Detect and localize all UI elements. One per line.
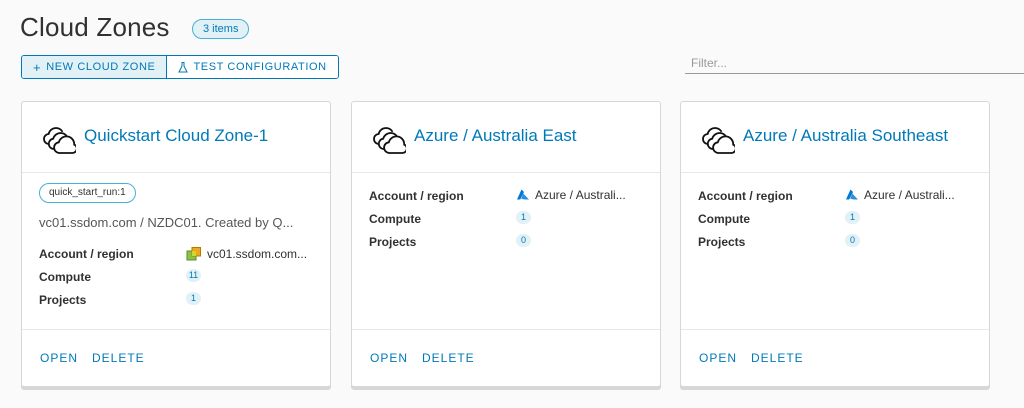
account-region-label: Account / region [39,247,134,261]
projects-value: 0 [845,234,860,247]
cloud-zone-card: Quickstart Cloud Zone-1 quick_start_run:… [21,101,331,387]
card-title[interactable]: Quickstart Cloud Zone-1 [84,126,268,146]
card-header: Azure / Australia Southeast [681,102,989,173]
compute-row: Compute 11 [39,268,316,286]
card-footer: OPEN DELETE [22,330,330,388]
cloud-zone-card: Azure / Australia East Account / region … [351,101,661,387]
projects-label: Projects [369,235,417,249]
cloud-zone-icon [373,127,406,154]
card-footer: OPEN DELETE [352,330,660,388]
flask-icon [178,61,189,72]
toolbar: + NEW CLOUD ZONE TEST CONFIGURATION [21,55,339,79]
compute-row: Compute 1 [369,210,646,228]
azure-icon [846,189,858,200]
azure-icon [517,189,529,200]
card-body: Account / region Azure / Australi... Com… [681,173,989,330]
vcenter-icon [186,247,201,261]
projects-count-badge: 1 [186,292,201,305]
compute-count-badge: 1 [516,211,531,224]
projects-count-badge: 0 [516,234,531,247]
account-region-value: vc01.ssdom.com... [186,246,307,262]
account-region-row: Account / region Azure / Australi... [698,187,975,205]
compute-label: Compute [39,270,91,284]
projects-count-badge: 0 [845,234,860,247]
compute-label: Compute [698,212,750,226]
account-region-text: vc01.ssdom.com... [207,247,308,261]
card-description: vc01.ssdom.com / NZDC01. Created by Q... [39,215,294,230]
open-button[interactable]: OPEN [40,351,78,365]
projects-label: Projects [39,293,87,307]
account-region-text: Azure / Australi... [535,188,626,202]
card-body: Account / region Azure / Australi... Com… [352,173,660,330]
compute-row: Compute 1 [698,210,975,228]
account-region-row: Account / region Azure / Australi... [369,187,646,205]
compute-label: Compute [369,212,421,226]
plus-icon: + [33,59,42,75]
delete-button[interactable]: DELETE [92,351,145,365]
account-region-label: Account / region [369,189,464,203]
test-configuration-button[interactable]: TEST CONFIGURATION [167,56,338,78]
card-title[interactable]: Azure / Australia Southeast [743,126,948,146]
card-title[interactable]: Azure / Australia East [414,126,577,146]
compute-value: 11 [186,269,201,282]
projects-value: 1 [186,292,201,305]
test-configuration-label: TEST CONFIGURATION [193,61,327,73]
account-region-value: Azure / Australi... [516,188,626,202]
card-footer: OPEN DELETE [681,330,989,388]
delete-button[interactable]: DELETE [751,351,804,365]
delete-button[interactable]: DELETE [422,351,475,365]
filter-input[interactable] [685,52,1024,74]
new-cloud-zone-label: NEW CLOUD ZONE [46,61,156,73]
projects-label: Projects [698,235,746,249]
open-button[interactable]: OPEN [699,351,737,365]
tag-label: quick_start_run:1 [39,183,136,203]
cloud-zone-icon [43,127,76,154]
projects-row: Projects 1 [39,291,316,309]
projects-value: 0 [516,234,531,247]
compute-count-badge: 11 [186,269,201,282]
projects-row: Projects 0 [698,233,975,251]
new-cloud-zone-button[interactable]: + NEW CLOUD ZONE [22,56,168,78]
account-region-row: Account / region vc01.ssdom.com... [39,245,316,263]
item-count-badge: 3 items [192,19,250,39]
card-header: Quickstart Cloud Zone-1 [22,102,330,173]
open-button[interactable]: OPEN [370,351,408,365]
projects-row: Projects 0 [369,233,646,251]
cloud-zone-card: Azure / Australia Southeast Account / re… [680,101,990,387]
cloud-zone-icon [702,127,735,154]
card-header: Azure / Australia East [352,102,660,173]
account-region-value: Azure / Australi... [845,188,955,202]
account-region-text: Azure / Australi... [864,188,955,202]
compute-count-badge: 1 [845,211,860,224]
page-title: Cloud Zones [20,12,170,42]
card-body: quick_start_run:1 vc01.ssdom.com / NZDC0… [22,173,330,330]
compute-value: 1 [845,211,860,224]
account-region-label: Account / region [698,189,793,203]
compute-value: 1 [516,211,531,224]
